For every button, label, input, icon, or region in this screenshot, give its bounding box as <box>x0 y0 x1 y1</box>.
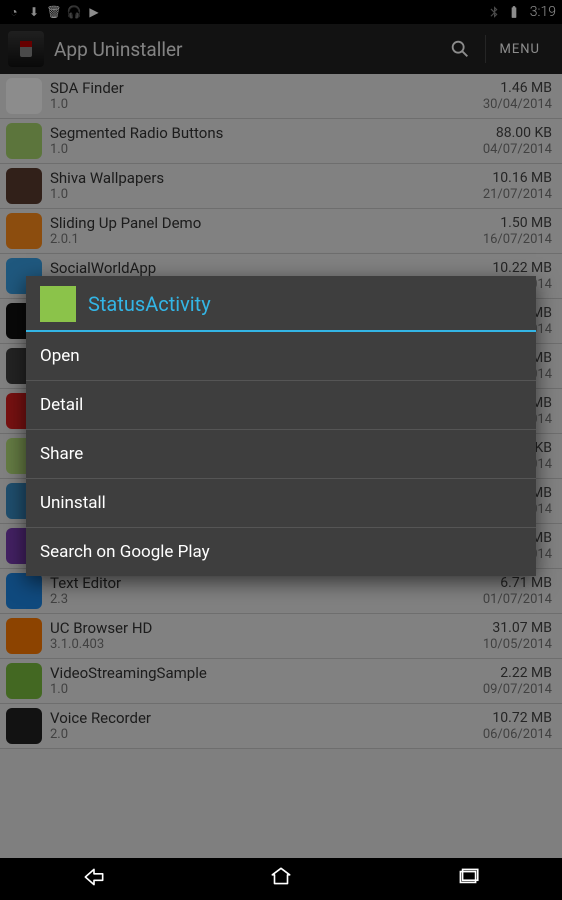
dialog-item[interactable]: Detail <box>26 380 536 429</box>
context-dialog: StatusActivity OpenDetailShareUninstallS… <box>26 276 536 576</box>
dialog-item[interactable]: Share <box>26 429 536 478</box>
dialog-item[interactable]: Open <box>26 332 536 380</box>
dialog-title: StatusActivity <box>88 292 211 316</box>
dialog-item[interactable]: Search on Google Play <box>26 527 536 576</box>
nav-bar <box>0 858 562 900</box>
dialog-app-icon <box>40 286 76 322</box>
nav-recent-button[interactable] <box>455 864 481 894</box>
dialog-header: StatusActivity <box>26 276 536 330</box>
nav-home-button[interactable] <box>268 864 294 894</box>
nav-back-button[interactable] <box>81 864 107 894</box>
dialog-item[interactable]: Uninstall <box>26 478 536 527</box>
